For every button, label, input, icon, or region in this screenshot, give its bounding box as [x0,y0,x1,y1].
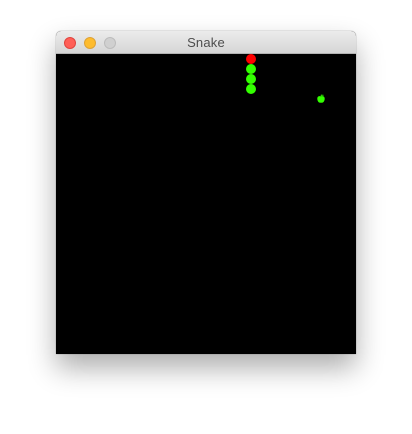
snake-head [246,54,256,64]
window-title: Snake [187,35,225,50]
apple-icon [317,94,325,103]
snake-body-segment [246,74,256,84]
title-bar[interactable]: Snake [56,31,356,54]
snake-body-segment [246,84,256,94]
game-window: Snake [56,31,356,354]
snake-body-segment [246,64,256,74]
game-board[interactable] [56,54,356,354]
